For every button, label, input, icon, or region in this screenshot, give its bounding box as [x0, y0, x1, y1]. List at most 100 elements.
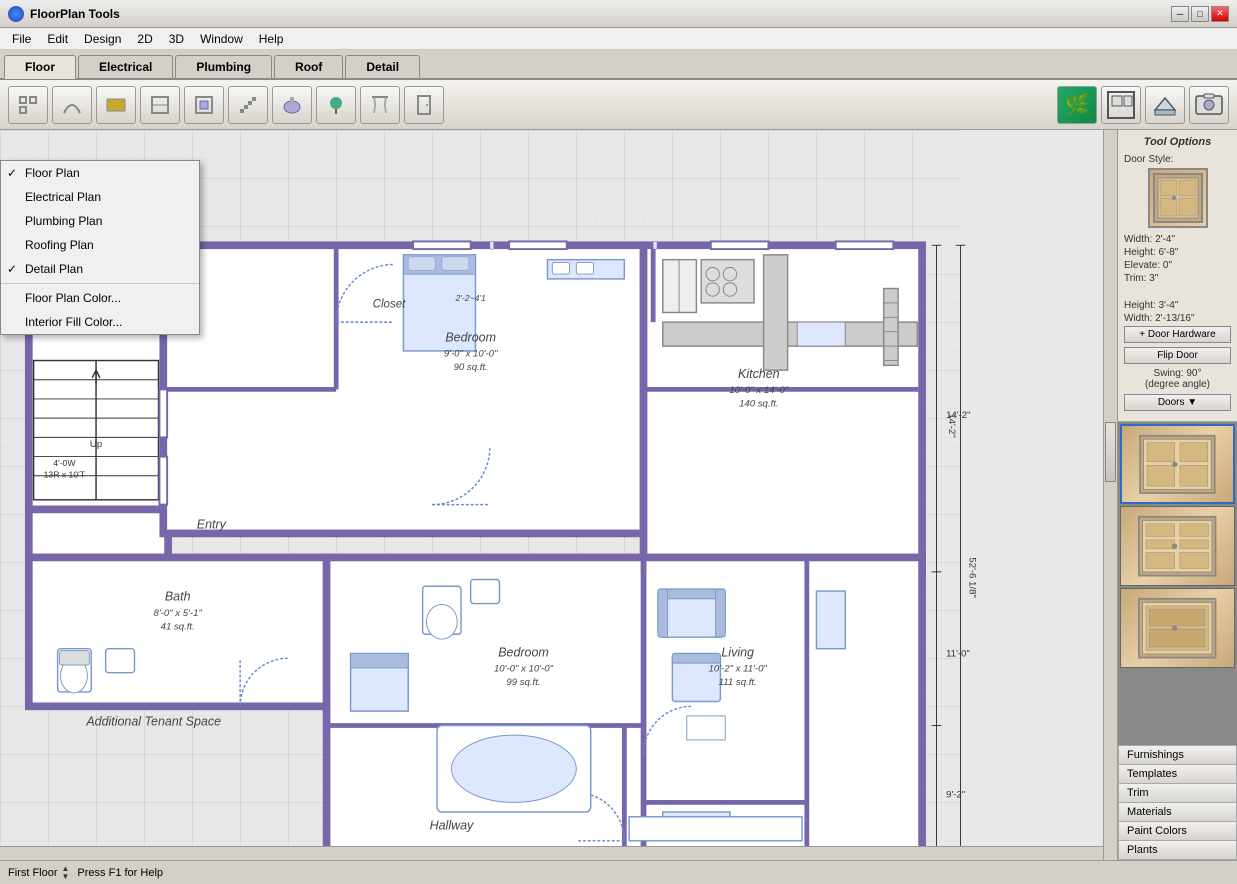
dropdown-separator [1, 283, 199, 284]
dropdown-menu: Floor Plan Electrical Plan Plumbing Plan… [0, 160, 200, 335]
flip-door-button[interactable]: Flip Door [1124, 347, 1231, 364]
horizontal-scrollbar[interactable] [0, 846, 1103, 860]
svg-text:14'-2": 14'-2" [946, 410, 970, 421]
tab-electrical[interactable]: Electrical [78, 55, 173, 78]
category-materials[interactable]: Materials [1118, 802, 1237, 821]
menu-edit[interactable]: Edit [39, 30, 76, 48]
menu-bar: File Edit Design 2D 3D Window Help [0, 28, 1237, 50]
floor-label: First Floor [8, 867, 58, 879]
window-controls: ─ □ ✕ [1171, 6, 1229, 22]
toolbar-btn-floorplan[interactable] [1101, 86, 1141, 124]
svg-text:111 sq.ft.: 111 sq.ft. [719, 677, 757, 688]
menu-2d[interactable]: 2D [129, 30, 160, 48]
maximize-button[interactable]: □ [1191, 6, 1209, 22]
door-image-1[interactable] [1120, 424, 1235, 504]
svg-text:10'-2" x 11'-0": 10'-2" x 11'-0" [709, 664, 768, 675]
tab-floor[interactable]: Floor [4, 55, 76, 79]
status-bar: First Floor ▲ ▼ Press F1 for Help [0, 860, 1237, 884]
toolbar-btn-stairs[interactable] [228, 86, 268, 124]
category-furnishings[interactable]: Furnishings [1118, 745, 1237, 764]
toolbar-btn-5[interactable] [184, 86, 224, 124]
toolbar-btn-2[interactable] [52, 86, 92, 124]
minimize-button[interactable]: ─ [1171, 6, 1189, 22]
toolbar-btn-3d[interactable]: 🌿 [1057, 86, 1097, 124]
door-style-label: Door Style: [1124, 154, 1231, 165]
svg-text:Bath: Bath [165, 590, 191, 604]
svg-text:Living: Living [721, 645, 754, 659]
svg-text:2'-2~4'1: 2'-2~4'1 [454, 293, 486, 303]
canvas-area[interactable]: 2'-2~4'1 Closet Bedroom 9'-0" x 10'-0" 9… [0, 130, 1117, 860]
toolbar-btn-1[interactable] [8, 86, 48, 124]
tool-options: Tool Options Door Style: Width: 2'-4" He… [1118, 130, 1237, 422]
elevate-option: Elevate: 0" [1124, 260, 1231, 271]
main-area: 2'-2~4'1 Closet Bedroom 9'-0" x 10'-0" 9… [0, 130, 1237, 860]
dropdown-interior-color[interactable]: Interior Fill Color... [1, 310, 199, 334]
doors-dropdown[interactable]: Doors ▼ [1124, 394, 1231, 411]
svg-text:99 sq.ft.: 99 sq.ft. [506, 677, 540, 688]
trim-option: Trim: 3" [1124, 273, 1231, 284]
dropdown-floor-plan[interactable]: Floor Plan [1, 161, 199, 185]
help-text: Press F1 for Help [77, 867, 163, 879]
app-title: FloorPlan Tools [30, 7, 1171, 21]
menu-3d[interactable]: 3D [161, 30, 192, 48]
dropdown-floor-color[interactable]: Floor Plan Color... [1, 286, 199, 310]
tab-detail[interactable]: Detail [345, 55, 420, 78]
toolbar-btn-door[interactable] [404, 86, 444, 124]
app-icon [8, 6, 24, 22]
menu-help[interactable]: Help [251, 30, 292, 48]
svg-text:13R x 10'T: 13R x 10'T [44, 470, 86, 480]
svg-text:9'-2": 9'-2" [946, 790, 965, 801]
right-panel: Tool Options Door Style: Width: 2'-4" He… [1117, 130, 1237, 860]
tab-roof[interactable]: Roof [274, 55, 343, 78]
toolbar-btn-4[interactable] [140, 86, 180, 124]
floor-arrows[interactable]: ▲ ▼ [62, 865, 70, 881]
door-image-2[interactable] [1120, 506, 1235, 586]
door-hardware-button[interactable]: + Door Hardware [1124, 326, 1231, 343]
menu-window[interactable]: Window [192, 30, 251, 48]
vertical-scrollbar[interactable] [1103, 130, 1117, 860]
svg-text:Up: Up [90, 439, 102, 450]
dropdown-roofing-plan[interactable]: Roofing Plan [1, 233, 199, 257]
category-paint-colors[interactable]: Paint Colors [1118, 821, 1237, 840]
toolbar-btn-plant[interactable] [316, 86, 356, 124]
door-images-list [1118, 422, 1237, 745]
door-preview [1148, 168, 1208, 228]
tool-options-title: Tool Options [1124, 136, 1231, 148]
svg-text:Bedroom: Bedroom [498, 645, 549, 659]
toolbar: 🌿 [0, 80, 1237, 130]
floor-down-arrow[interactable]: ▼ [62, 873, 70, 881]
toolbar-btn-curtain[interactable] [360, 86, 400, 124]
close-button[interactable]: ✕ [1211, 6, 1229, 22]
scrollbar-thumb-v[interactable] [1105, 422, 1116, 482]
tab-plumbing[interactable]: Plumbing [175, 55, 272, 78]
dropdown-detail-plan[interactable]: Detail Plan [1, 257, 199, 281]
svg-text:4'-0W: 4'-0W [53, 458, 76, 468]
svg-text:Kitchen: Kitchen [738, 367, 780, 381]
category-templates[interactable]: Templates [1118, 764, 1237, 783]
category-trim[interactable]: Trim [1118, 783, 1237, 802]
dropdown-electrical-plan[interactable]: Electrical Plan [1, 185, 199, 209]
menu-file[interactable]: File [4, 30, 39, 48]
toolbar-btn-photo[interactable] [1189, 86, 1229, 124]
svg-text:11'-0": 11'-0" [946, 648, 970, 659]
svg-text:9'-0" x 10'-0": 9'-0" x 10'-0" [444, 349, 498, 360]
svg-text:52'-6 1/8": 52'-6 1/8" [967, 557, 978, 597]
svg-text:140 sq.ft.: 140 sq.ft. [739, 399, 778, 410]
toolbar-btn-3[interactable] [96, 86, 136, 124]
svg-text:Additional Tenant Space: Additional Tenant Space [85, 715, 221, 729]
category-plants[interactable]: Plants [1118, 840, 1237, 860]
svg-text:Hallway: Hallway [430, 818, 474, 832]
door-image-3[interactable] [1120, 588, 1235, 668]
svg-text:8'-0" x 5'-1": 8'-0" x 5'-1" [154, 608, 203, 619]
dropdown-plumbing-plan[interactable]: Plumbing Plan [1, 209, 199, 233]
width2-option: Width: 2'-13/16" [1124, 313, 1231, 324]
svg-text:Entry: Entry [197, 518, 227, 532]
svg-text:10'-0" x 10'-0": 10'-0" x 10'-0" [494, 664, 554, 675]
toolbar-btn-3dview[interactable] [1145, 86, 1185, 124]
floor-selector: First Floor ▲ ▼ [8, 865, 69, 881]
menu-design[interactable]: Design [76, 30, 129, 48]
svg-text:10'-0" x 14'-0": 10'-0" x 14'-0" [729, 385, 789, 396]
height2-option: Height: 3'-4" [1124, 300, 1231, 311]
toolbar-btn-bath[interactable] [272, 86, 312, 124]
svg-text:90 sq.ft.: 90 sq.ft. [454, 362, 488, 373]
